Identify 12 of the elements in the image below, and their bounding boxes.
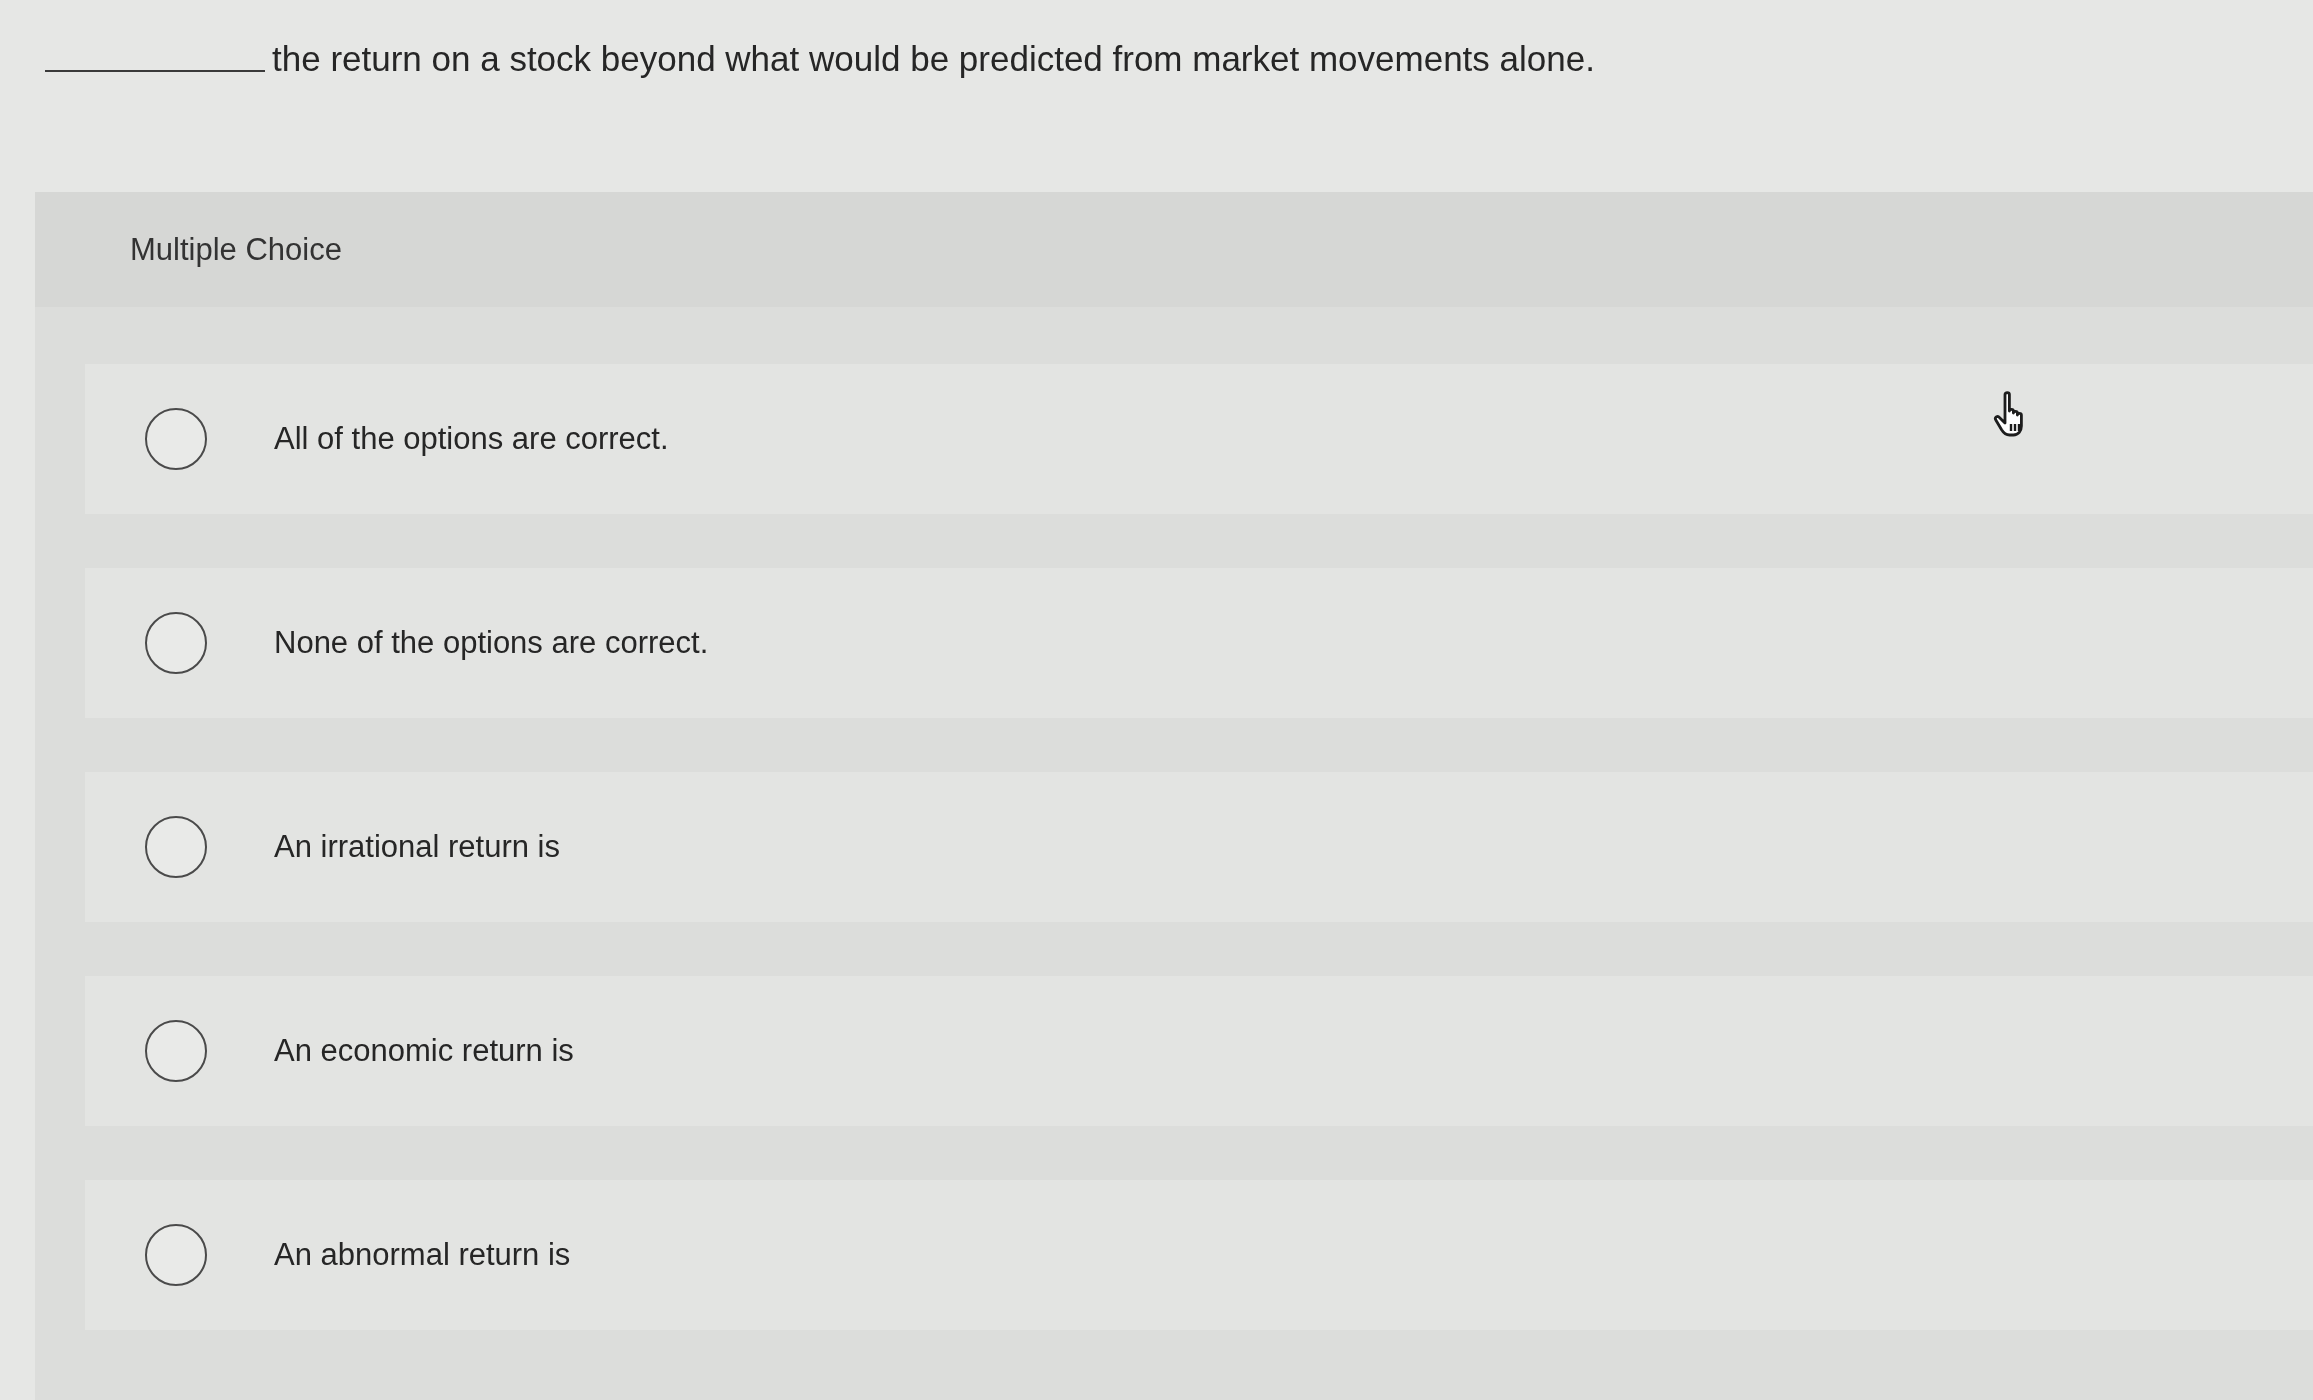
- option-row[interactable]: An economic return is: [85, 976, 2313, 1126]
- option-label: None of the options are correct.: [274, 624, 709, 662]
- option-row[interactable]: None of the options are correct.: [85, 568, 2313, 718]
- option-row[interactable]: All of the options are correct.: [85, 364, 2313, 514]
- option-label: An abnormal return is: [274, 1236, 571, 1274]
- option-row[interactable]: An irrational return is: [85, 772, 2313, 922]
- option-label: All of the options are correct.: [274, 420, 669, 458]
- option-row[interactable]: An abnormal return is: [85, 1180, 2313, 1330]
- question-text: the return on a stock beyond what would be predicted from market movements alone.: [272, 38, 1595, 80]
- panel-heading: Multiple Choice: [130, 230, 342, 269]
- option-label: An economic return is: [274, 1032, 574, 1070]
- option-label: An irrational return is: [274, 828, 560, 866]
